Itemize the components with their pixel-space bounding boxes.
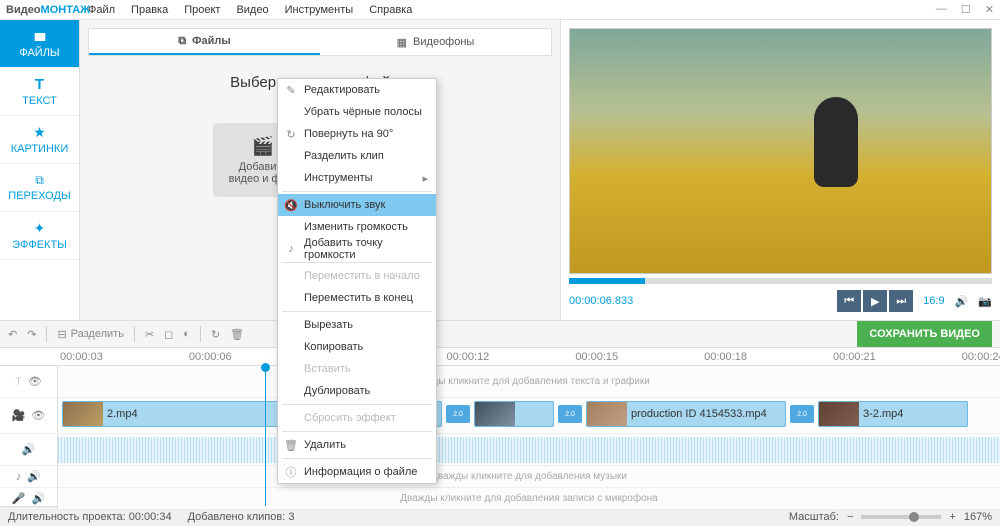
menu-tools[interactable]: Инструменты (285, 4, 354, 16)
transition-1[interactable]: 2.0 (446, 405, 470, 423)
sidebar-item-pictures[interactable]: ★КАРТИНКИ (0, 116, 79, 164)
ctx-сбросить-эффект: Сбросить эффект (278, 407, 436, 429)
ctx-вырезать[interactable]: Вырезать (278, 314, 436, 336)
ctx-переместить-в-конец[interactable]: Переместить в конец (278, 287, 436, 309)
ctx-инструменты[interactable]: Инструменты▸ (278, 167, 436, 189)
transition-3[interactable]: 2.0 (790, 405, 814, 423)
play-button[interactable]: ▶ (863, 290, 887, 312)
timeline: T👁 Дважды кликните для добавления текста… (0, 366, 1000, 506)
waveform[interactable] (58, 437, 1000, 463)
snapshot-icon[interactable]: 📷 (978, 295, 992, 308)
playhead[interactable] (265, 366, 266, 506)
sidebar-item-files[interactable]: ФАЙЛЫ (0, 20, 79, 68)
split-button[interactable]: ⊟ Разделить (57, 328, 124, 341)
prev-button[interactable]: ⏮ (837, 290, 861, 312)
ctx-убрать-чёрные-полосы[interactable]: Убрать чёрные полосы (278, 101, 436, 123)
ctx-добавить-точку-громкости[interactable]: ♪Добавить точку громкости (278, 238, 436, 260)
ctx-копировать[interactable]: Копировать (278, 336, 436, 358)
crop-button[interactable]: ◻ (164, 328, 173, 341)
rotate-button[interactable]: ↻ (211, 328, 220, 341)
toolbar: ↶ ↷ ⊟ Разделить ✂ ◻ ◐ ↻ 🗑 СОХРАНИТЬ ВИДЕ… (0, 320, 1000, 348)
zoom-slider[interactable] (861, 515, 941, 519)
clip-3[interactable]: production ID 4154533.mp4 (586, 401, 786, 427)
cut-button[interactable]: ✂ (145, 328, 154, 341)
menu-project[interactable]: Проект (184, 4, 220, 16)
video-icon: 🎥 (12, 409, 26, 422)
sidebar-item-text[interactable]: TТЕКСТ (0, 68, 79, 116)
mic-track-head: 🎤🔊 (0, 488, 58, 509)
ctx-переместить-в-начало: Переместить в начало (278, 265, 436, 287)
chroma-button[interactable]: ◐ (183, 328, 190, 340)
video-track[interactable]: 2.mp4 2.0 2.0 production ID 4154533.mp4 … (58, 398, 1000, 433)
menu-help[interactable]: Справка (369, 4, 412, 16)
save-video-button[interactable]: СОХРАНИТЬ ВИДЕО (857, 321, 992, 347)
menu-file[interactable]: Файл (88, 4, 115, 16)
eye-icon[interactable]: 👁 (31, 409, 45, 422)
ctx-повернуть-на-90°[interactable]: ↻Повернуть на 90° (278, 123, 436, 145)
ctx-дублировать[interactable]: Дублировать (278, 380, 436, 402)
ctx-разделить-клип[interactable]: Разделить клип (278, 145, 436, 167)
tab-backgrounds[interactable]: ▦Видеофоны (320, 29, 551, 55)
text-track[interactable]: Дважды кликните для добавления текста и … (58, 366, 1000, 397)
preview-seekbar[interactable] (569, 278, 992, 284)
redo-button[interactable]: ↷ (27, 328, 36, 341)
video-track-head: 🎥👁 (0, 398, 58, 433)
clip-4[interactable]: 3-2.mp4 (818, 401, 968, 427)
text-track-head: T👁 (0, 366, 58, 397)
music-track-head: ♪🔊 (0, 466, 58, 487)
preview-panel: 00:00:06.833 ⏮ ▶ ⏭ 16:9 🔊 📷 (560, 20, 1000, 320)
aspect-ratio[interactable]: 16:9 (923, 295, 944, 307)
timeline-ruler[interactable]: 00:00:0300:00:0600:00:0900:00:1200:00:15… (0, 348, 1000, 366)
preview-image (569, 28, 992, 274)
ctx-выключить-звук[interactable]: 🔇Выключить звук (278, 194, 436, 216)
transition-2[interactable]: 2.0 (558, 405, 582, 423)
audio-track-head: 🔊 (0, 434, 58, 465)
preview-time: 00:00:06.833 (569, 295, 827, 307)
audio-track[interactable] (58, 434, 1000, 465)
ctx-изменить-громкость[interactable]: Изменить громкость (278, 216, 436, 238)
mic-track[interactable]: Дважды кликните для добавления записи с … (58, 488, 1000, 509)
ctx-редактировать[interactable]: ✎Редактировать (278, 79, 436, 101)
speaker-icon[interactable]: 🔊 (27, 470, 41, 483)
sidebar: ФАЙЛЫ TТЕКСТ ★КАРТИНКИ ⧉ПЕРЕХОДЫ ✦ЭФФЕКТ… (0, 20, 80, 320)
undo-button[interactable]: ↶ (8, 328, 17, 341)
zoom-in-button[interactable]: + (949, 511, 955, 523)
music-track[interactable]: Дважды кликните для добавления музыки (58, 466, 1000, 487)
sidebar-item-transitions[interactable]: ⧉ПЕРЕХОДЫ (0, 164, 79, 212)
backgrounds-icon: ▦ (397, 36, 407, 49)
context-menu: ✎РедактироватьУбрать чёрные полосы↻Повер… (277, 78, 437, 484)
ctx-удалить[interactable]: 🗑Удалить (278, 434, 436, 456)
speaker-icon[interactable]: 🔊 (32, 492, 46, 505)
tab-files[interactable]: ⧉Файлы (89, 29, 320, 55)
eye-icon[interactable]: 👁 (28, 375, 42, 388)
ctx-информация-о-файле[interactable]: ⓘИнформация о файле (278, 461, 436, 483)
menubar: Файл Правка Проект Видео Инструменты Спр… (0, 0, 1000, 20)
next-button[interactable]: ⏭ (889, 290, 913, 312)
clip-2[interactable] (474, 401, 554, 427)
menu-edit[interactable]: Правка (131, 4, 168, 16)
ctx-вставить: Вставить (278, 358, 436, 380)
menu-video[interactable]: Видео (236, 4, 268, 16)
speaker-icon[interactable]: 🔊 (22, 443, 36, 456)
zoom-out-button[interactable]: − (847, 511, 853, 523)
sidebar-item-effects[interactable]: ✦ЭФФЕКТЫ (0, 212, 79, 260)
delete-button[interactable]: 🗑 (230, 328, 244, 341)
volume-icon[interactable]: 🔊 (955, 295, 969, 308)
files-icon: ⧉ (178, 35, 186, 48)
